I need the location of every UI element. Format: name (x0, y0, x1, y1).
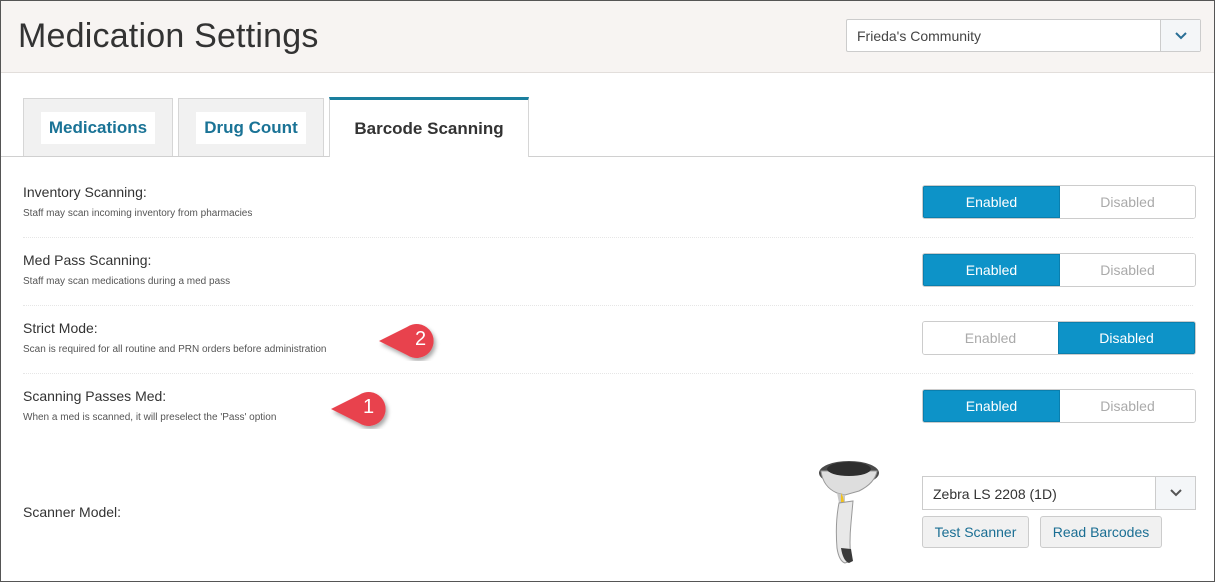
read-barcodes-button[interactable]: Read Barcodes (1040, 516, 1162, 548)
callout-marker: 2 (375, 319, 445, 359)
setting-label: Med Pass Scanning: (23, 252, 152, 268)
scanning-passes-med-toggle: Enabled Disabled (922, 389, 1196, 423)
setting-description: Staff may scan medications during a med … (23, 276, 231, 287)
page-title: Medication Settings (18, 17, 319, 55)
setting-description: Scan is required for all routine and PRN… (23, 344, 327, 355)
scanner-model-select[interactable]: Zebra LS 2208 (1D) (922, 476, 1196, 510)
tab-medications-label: Medications (40, 111, 156, 144)
divider (23, 305, 1193, 306)
callout-marker: 1 (327, 387, 397, 427)
setting-row-inventory-scanning: Inventory Scanning: Staff may scan incom… (1, 181, 1214, 241)
inventory-scanning-toggle: Enabled Disabled (922, 185, 1196, 219)
med-pass-scanning-toggle: Enabled Disabled (922, 253, 1196, 287)
setting-row-scanning-passes-med: Scanning Passes Med: When a med is scann… (1, 385, 1214, 445)
setting-label: Inventory Scanning: (23, 184, 147, 200)
disabled-option[interactable]: Disabled (1060, 186, 1195, 218)
callout-shape (379, 324, 434, 358)
enabled-option[interactable]: Enabled (923, 254, 1060, 286)
test-scanner-button[interactable]: Test Scanner (922, 516, 1029, 548)
scanner-model-label: Scanner Model: (23, 504, 122, 520)
enabled-option[interactable]: Enabled (923, 390, 1060, 422)
setting-description: Staff may scan incoming inventory from p… (23, 208, 253, 219)
setting-row-med-pass-scanning: Med Pass Scanning: Staff may scan medica… (1, 249, 1214, 309)
tab-drug-count[interactable]: Drug Count (178, 98, 324, 156)
divider (23, 373, 1193, 374)
tab-barcode-scanning-label: Barcode Scanning (354, 118, 504, 138)
chevron-down-icon[interactable] (1155, 477, 1195, 509)
setting-label: Scanning Passes Med: (23, 388, 167, 404)
disabled-option[interactable]: Disabled (1060, 254, 1195, 286)
divider (23, 237, 1193, 238)
strict-mode-toggle: Enabled Disabled (922, 321, 1196, 355)
setting-description: When a med is scanned, it will preselect… (23, 412, 277, 423)
scanner-model-value: Zebra LS 2208 (1D) (933, 486, 1057, 502)
settings-tabs: Medications Drug Count Barcode Scanning (1, 97, 1214, 157)
callout-number: 1 (363, 396, 375, 418)
tab-barcode-scanning[interactable]: Barcode Scanning (329, 97, 529, 157)
disabled-option[interactable]: Disabled (1058, 322, 1195, 354)
page-frame: Medication Settings Frieda's Community M… (0, 0, 1215, 582)
community-select-value: Frieda's Community (857, 28, 982, 44)
barcode-scanner-icon (811, 453, 886, 568)
enabled-option[interactable]: Enabled (923, 322, 1058, 354)
enabled-option[interactable]: Enabled (923, 186, 1060, 218)
community-select[interactable]: Frieda's Community (846, 19, 1201, 52)
tab-medications[interactable]: Medications (23, 98, 173, 156)
page-header: Medication Settings Frieda's Community (1, 1, 1214, 73)
setting-label: Strict Mode: (23, 320, 98, 336)
setting-row-strict-mode: Strict Mode: Scan is required for all ro… (1, 317, 1214, 377)
tab-drug-count-label: Drug Count (196, 111, 306, 144)
chevron-down-icon[interactable] (1160, 20, 1200, 51)
callout-shape (331, 392, 386, 426)
disabled-option[interactable]: Disabled (1060, 390, 1195, 422)
callout-number: 2 (415, 328, 427, 350)
